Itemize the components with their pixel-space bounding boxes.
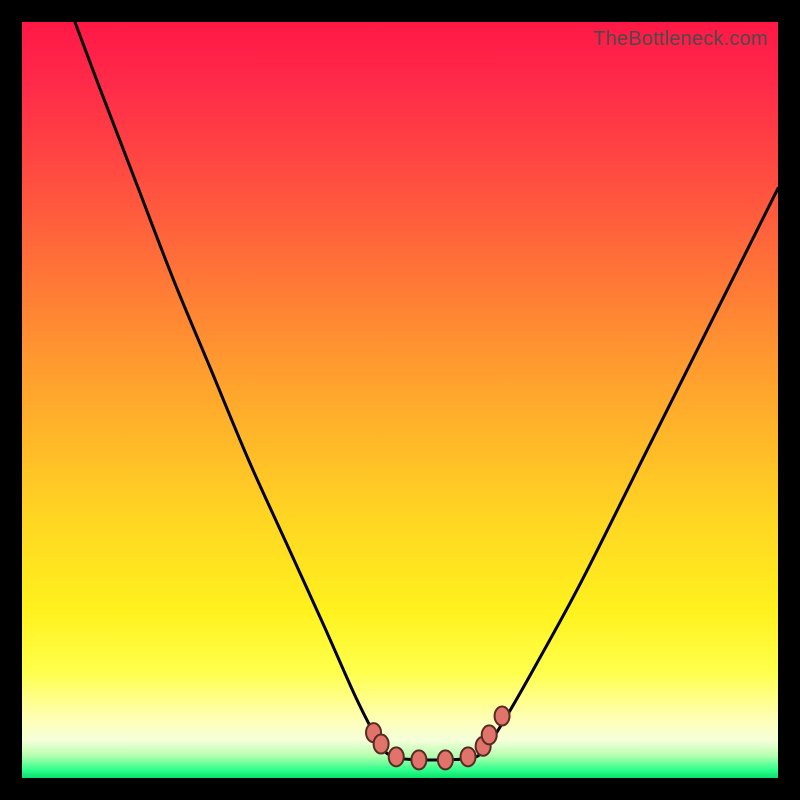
- marker-dot: [495, 707, 510, 726]
- bottleneck-curve: [22, 22, 778, 778]
- marker-dot: [374, 734, 389, 753]
- chart-plot-area: TheBottleneck.com: [22, 22, 778, 778]
- curve-path: [75, 22, 778, 760]
- curve-markers: [366, 707, 510, 770]
- marker-dot: [411, 750, 426, 769]
- chart-frame: TheBottleneck.com: [0, 0, 800, 800]
- marker-dot: [389, 747, 404, 766]
- marker-dot: [482, 725, 497, 744]
- marker-dot: [438, 750, 453, 769]
- marker-dot: [461, 747, 476, 766]
